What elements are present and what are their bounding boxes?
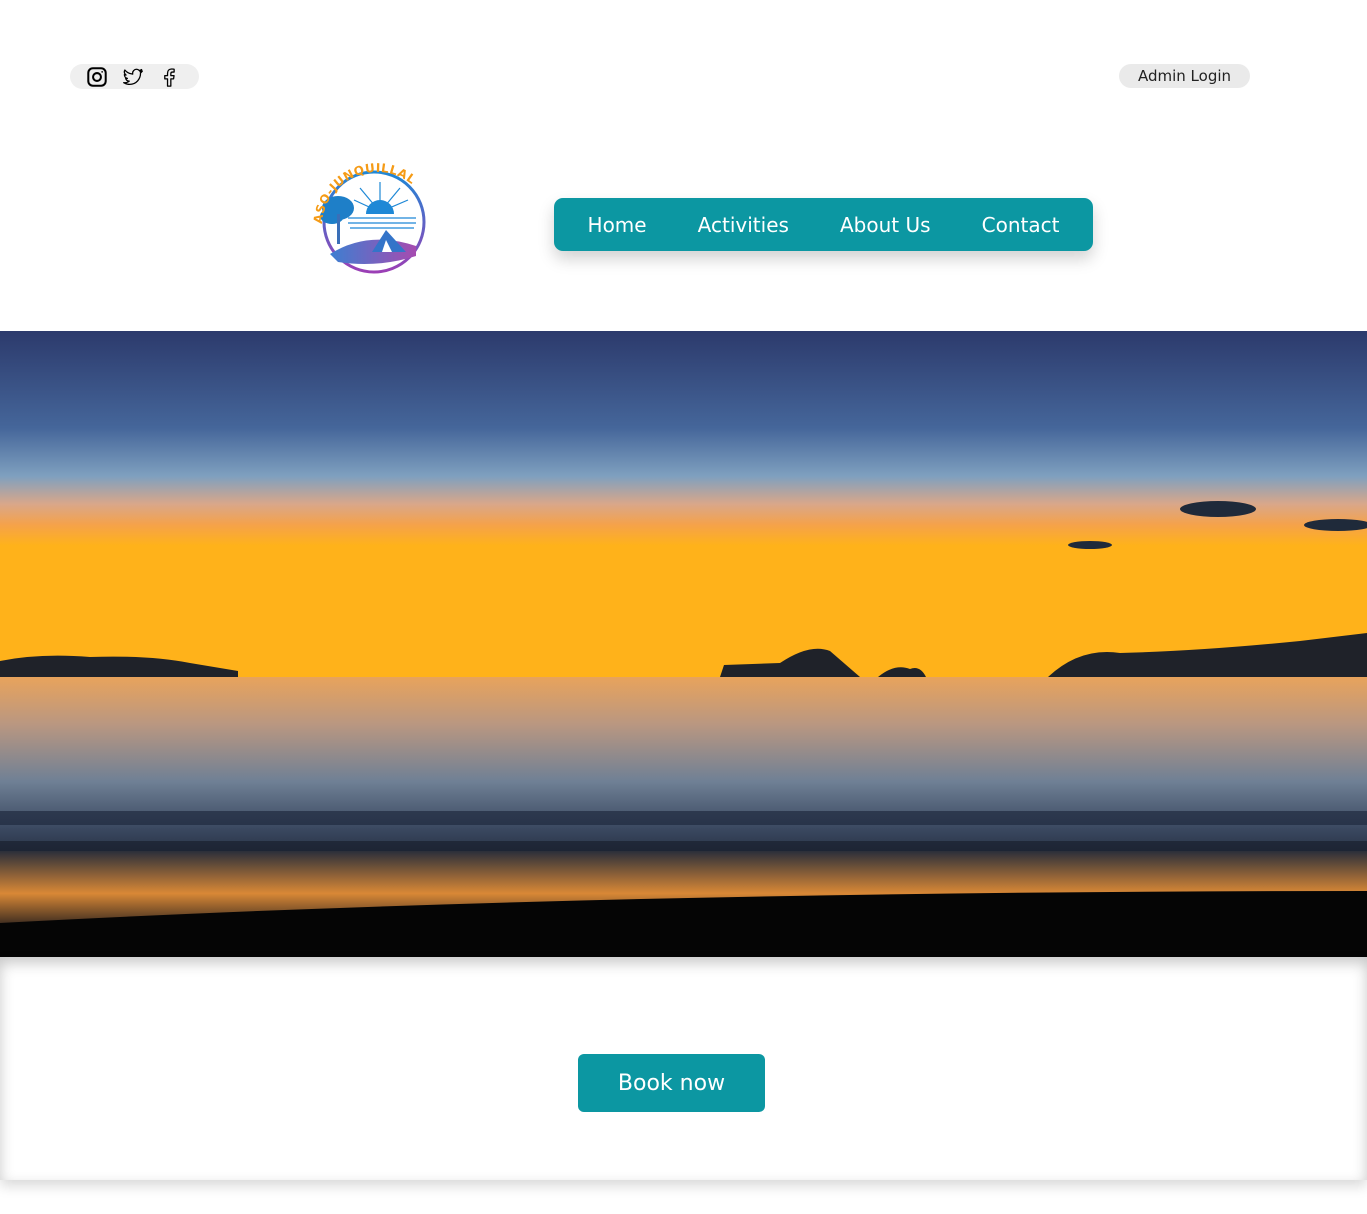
- book-now-button[interactable]: Book now: [578, 1054, 765, 1112]
- social-links: [70, 64, 199, 89]
- site-logo[interactable]: ASO-JUNQUILLAL: [308, 156, 440, 280]
- nav-contact[interactable]: Contact: [982, 213, 1060, 237]
- admin-login-button[interactable]: Admin Login: [1119, 64, 1250, 88]
- facebook-icon[interactable]: [158, 66, 180, 88]
- instagram-icon[interactable]: [86, 66, 108, 88]
- main-nav: Home Activities About Us Contact: [554, 198, 1093, 251]
- twitter-icon[interactable]: [122, 66, 144, 88]
- page: Admin Login ASO-JUNQUILLAL Home Activiti…: [0, 0, 1367, 1214]
- hero-image: [0, 331, 1367, 957]
- nav-home[interactable]: Home: [588, 213, 647, 237]
- nav-about-us[interactable]: About Us: [840, 213, 931, 237]
- nav-activities[interactable]: Activities: [698, 213, 789, 237]
